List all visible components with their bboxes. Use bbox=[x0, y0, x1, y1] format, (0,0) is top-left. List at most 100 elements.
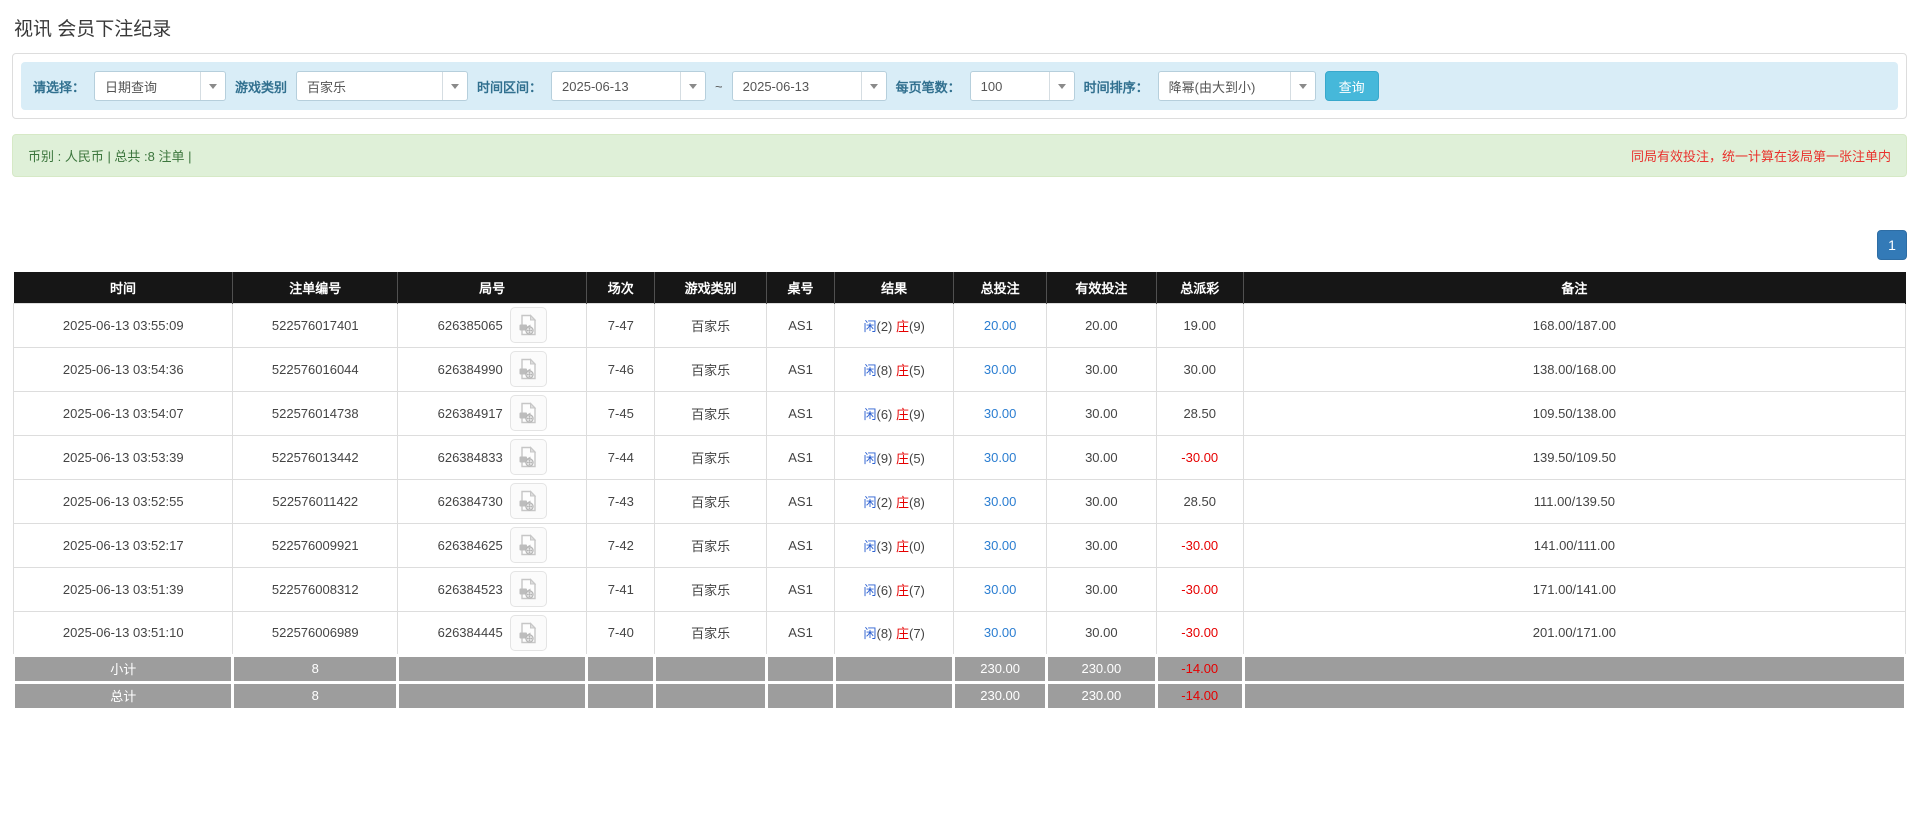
cell-payout: 28.50 bbox=[1156, 479, 1243, 523]
total-bet-link[interactable]: 30.00 bbox=[984, 362, 1017, 377]
total-bet-link[interactable]: 30.00 bbox=[984, 450, 1017, 465]
result-banker-label: 庄 bbox=[896, 583, 909, 598]
total-bet-link[interactable]: 30.00 bbox=[984, 625, 1017, 640]
cell-bet-id: 522576011422 bbox=[233, 479, 398, 523]
video-replay-button[interactable] bbox=[510, 527, 547, 563]
video-file-icon bbox=[518, 402, 538, 424]
search-button[interactable]: 查询 bbox=[1325, 71, 1379, 101]
result-banker-label: 庄 bbox=[896, 539, 909, 554]
date-to-select[interactable]: 2025-06-13 bbox=[732, 71, 887, 101]
cell-remark: 109.50/138.00 bbox=[1243, 391, 1905, 435]
cell-game-type: 百家乐 bbox=[655, 523, 767, 567]
query-type-select[interactable]: 日期查询 bbox=[94, 71, 226, 101]
cell-game-type: 百家乐 bbox=[655, 479, 767, 523]
page-size-select[interactable]: 100 bbox=[970, 71, 1075, 101]
cell-game-type: 百家乐 bbox=[655, 611, 767, 655]
result-player-score: (8) bbox=[876, 363, 896, 378]
video-replay-button[interactable] bbox=[510, 615, 547, 651]
video-replay-button[interactable] bbox=[510, 439, 547, 475]
total-bet-link[interactable]: 30.00 bbox=[984, 494, 1017, 509]
cell-round-id: 626384625 bbox=[398, 523, 587, 567]
cell-payout: 19.00 bbox=[1156, 303, 1243, 347]
video-replay-button[interactable] bbox=[510, 571, 547, 607]
result-banker-label: 庄 bbox=[896, 407, 909, 422]
cell-total-bet: 30.00 bbox=[954, 435, 1047, 479]
result-banker-score: (7) bbox=[909, 626, 925, 641]
total-bet-link[interactable]: 30.00 bbox=[984, 538, 1017, 553]
result-player-label: 闲 bbox=[863, 363, 876, 378]
cell-session: 7-42 bbox=[587, 523, 655, 567]
footer-label: 总计 bbox=[14, 682, 233, 709]
footer-label: 小计 bbox=[14, 655, 233, 682]
footer-empty-cell bbox=[766, 682, 834, 709]
pagination-page-1-button[interactable]: 1 bbox=[1877, 230, 1907, 260]
column-header-1: 注单编号 bbox=[233, 272, 398, 303]
table-footer: 小计8230.00230.00-14.00总计8230.00230.00-14.… bbox=[14, 655, 1906, 709]
bet-records-table: 时间注单编号局号场次游戏类别桌号结果总投注有效投注总派彩备注 2025-06-1… bbox=[12, 272, 1907, 711]
footer-empty-cell bbox=[766, 655, 834, 682]
cell-total-bet: 30.00 bbox=[954, 347, 1047, 391]
cell-bet-id: 522576009921 bbox=[233, 523, 398, 567]
video-file-icon bbox=[518, 490, 538, 512]
total-bet-link[interactable]: 30.00 bbox=[984, 582, 1017, 597]
cell-session: 7-46 bbox=[587, 347, 655, 391]
result-player-label: 闲 bbox=[863, 407, 876, 422]
cell-result: 闲(6) 庄(9) bbox=[835, 391, 954, 435]
cell-table-no: AS1 bbox=[766, 347, 834, 391]
table-header: 时间注单编号局号场次游戏类别桌号结果总投注有效投注总派彩备注 bbox=[14, 272, 1906, 303]
column-header-10: 备注 bbox=[1243, 272, 1905, 303]
footer-remark-cell bbox=[1243, 655, 1905, 682]
sort-order-select[interactable]: 降幂(由大到小) bbox=[1158, 71, 1316, 101]
cell-game-type: 百家乐 bbox=[655, 347, 767, 391]
video-replay-button[interactable] bbox=[510, 483, 547, 519]
chevron-down-icon bbox=[200, 72, 225, 100]
result-banker-score: (5) bbox=[909, 451, 925, 466]
cell-total-bet: 30.00 bbox=[954, 523, 1047, 567]
result-banker-label: 庄 bbox=[896, 495, 909, 510]
footer-count: 8 bbox=[233, 655, 398, 682]
footer-remark-cell bbox=[1243, 682, 1905, 709]
footer-empty-cell bbox=[398, 682, 587, 709]
video-replay-button[interactable] bbox=[510, 351, 547, 387]
result-banker-score: (0) bbox=[909, 539, 925, 554]
result-banker-label: 庄 bbox=[896, 363, 909, 378]
video-replay-button[interactable] bbox=[510, 307, 547, 343]
cell-bet-id: 522576006989 bbox=[233, 611, 398, 655]
page-title: 视讯 会员下注纪录 bbox=[14, 14, 1907, 41]
cell-payout: 30.00 bbox=[1156, 347, 1243, 391]
cell-result: 闲(2) 庄(8) bbox=[835, 479, 954, 523]
video-replay-button[interactable] bbox=[510, 395, 547, 431]
cell-table-no: AS1 bbox=[766, 611, 834, 655]
cell-remark: 141.00/111.00 bbox=[1243, 523, 1905, 567]
cell-session: 7-47 bbox=[587, 303, 655, 347]
game-type-select[interactable]: 百家乐 bbox=[296, 71, 468, 101]
column-header-2: 局号 bbox=[398, 272, 587, 303]
total-bet-link[interactable]: 20.00 bbox=[984, 318, 1017, 333]
cell-total-bet: 30.00 bbox=[954, 479, 1047, 523]
cell-total-bet: 30.00 bbox=[954, 391, 1047, 435]
cell-time: 2025-06-13 03:53:39 bbox=[14, 435, 233, 479]
cell-result: 闲(2) 庄(9) bbox=[835, 303, 954, 347]
round-cell: 626384523 bbox=[399, 571, 585, 607]
round-id-text: 626385065 bbox=[438, 318, 503, 333]
column-header-4: 游戏类别 bbox=[655, 272, 767, 303]
date-from-select[interactable]: 2025-06-13 bbox=[551, 71, 706, 101]
cell-round-id: 626384990 bbox=[398, 347, 587, 391]
result-player-label: 闲 bbox=[863, 495, 876, 510]
grandtotal-row: 总计8230.00230.00-14.00 bbox=[14, 682, 1906, 709]
currency-total-summary: 币别 : 人民币 | 总共 :8 注单 | bbox=[28, 146, 192, 165]
cell-session: 7-40 bbox=[587, 611, 655, 655]
cell-remark: 201.00/171.00 bbox=[1243, 611, 1905, 655]
column-header-5: 桌号 bbox=[766, 272, 834, 303]
result-banker-label: 庄 bbox=[896, 626, 909, 641]
footer-empty-cell bbox=[835, 655, 954, 682]
chevron-down-icon bbox=[1290, 72, 1315, 100]
result-player-label: 闲 bbox=[863, 583, 876, 598]
cell-round-id: 626384730 bbox=[398, 479, 587, 523]
total-bet-link[interactable]: 30.00 bbox=[984, 406, 1017, 421]
footer-valid-bet: 230.00 bbox=[1046, 655, 1156, 682]
cell-remark: 138.00/168.00 bbox=[1243, 347, 1905, 391]
table-row: 2025-06-13 03:52:55522576011422626384730… bbox=[14, 479, 1906, 523]
valid-bet-notice: 同局有效投注，统一计算在该局第一张注单内 bbox=[1631, 146, 1891, 165]
cell-total-bet: 30.00 bbox=[954, 567, 1047, 611]
